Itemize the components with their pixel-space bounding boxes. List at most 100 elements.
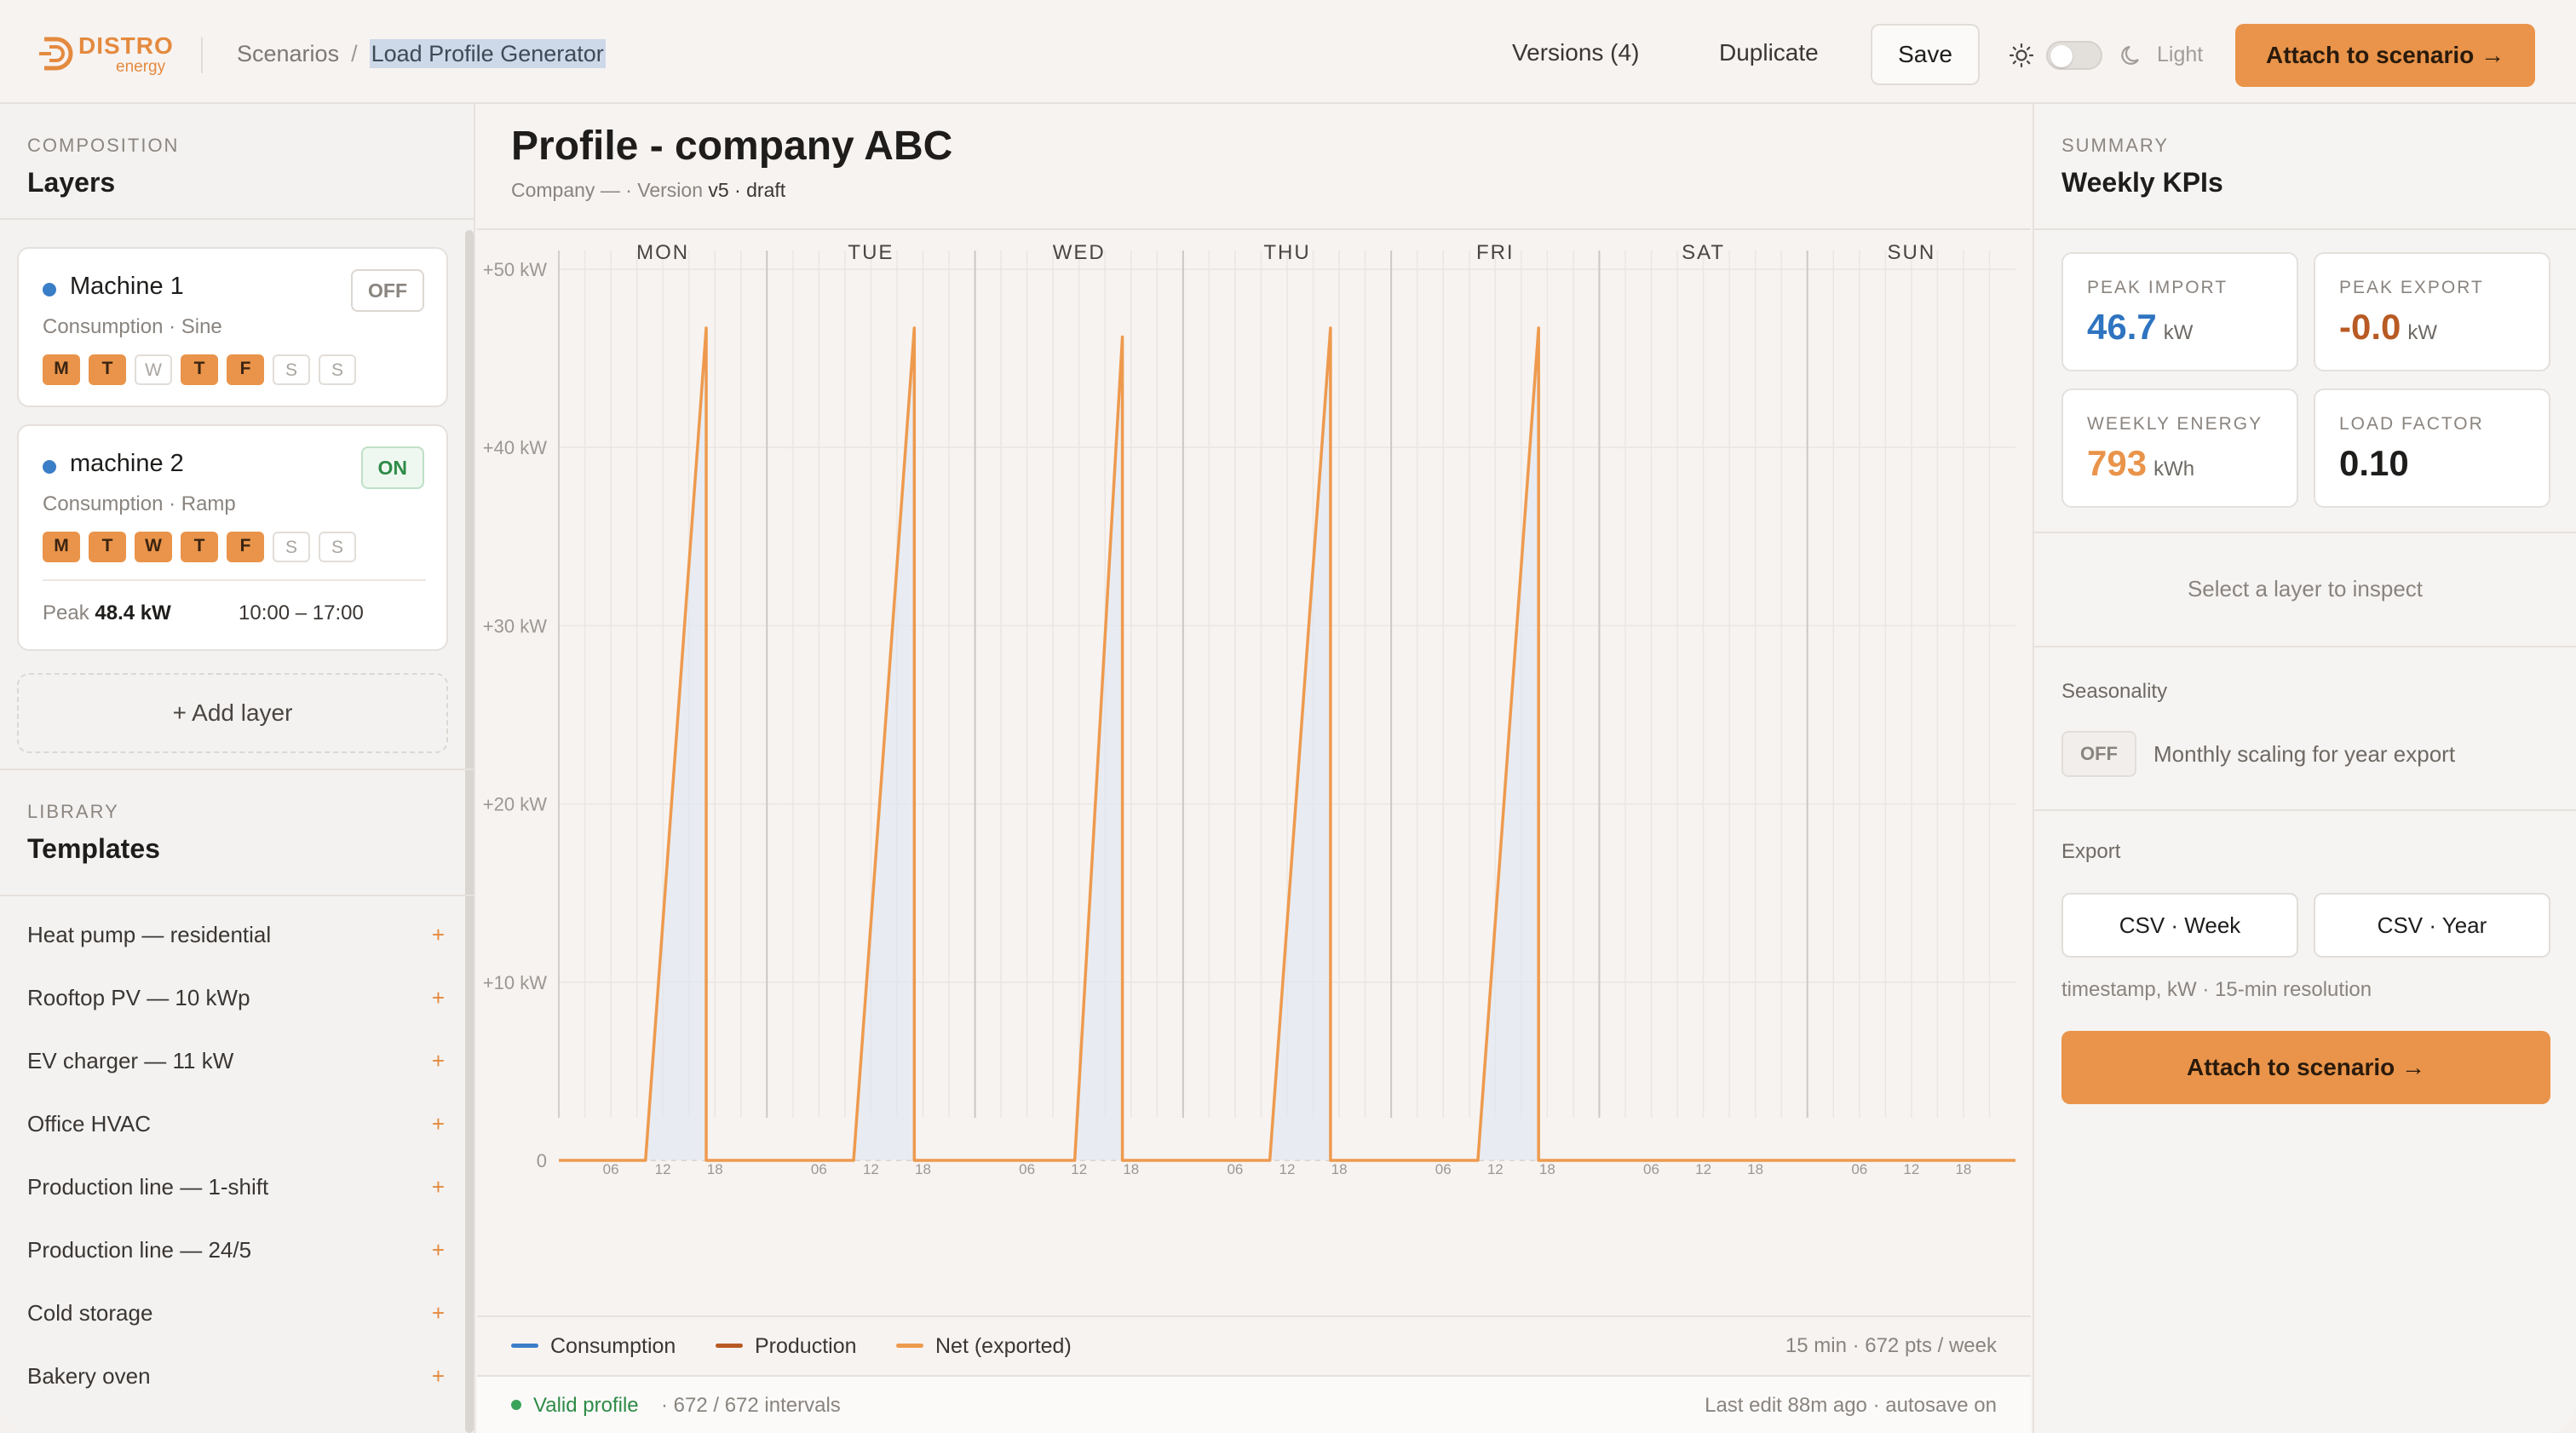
- templates-title: Templates: [27, 833, 160, 864]
- template-label: Cold storage: [27, 1300, 153, 1326]
- add-template-icon[interactable]: +: [432, 1048, 445, 1074]
- breadcrumb-parent[interactable]: Scenarios: [237, 41, 339, 66]
- template-item[interactable]: Cold storage +: [27, 1300, 445, 1327]
- template-label: Rooftop PV — 10 kWp: [27, 985, 250, 1010]
- layer-card-machine-1[interactable]: Machine 1 Consumption · Sine OFF M T W T…: [17, 247, 448, 407]
- logo-icon: [39, 37, 73, 71]
- layer-toggle-off[interactable]: OFF: [351, 269, 424, 312]
- y-tick-label: +50 kW: [483, 259, 547, 280]
- add-layer-button[interactable]: + Add layer: [17, 673, 448, 753]
- template-item[interactable]: Production line — 24/5 +: [27, 1237, 445, 1263]
- hour-tick-label: 18: [707, 1161, 723, 1177]
- legend-consumption[interactable]: Consumption: [511, 1334, 676, 1359]
- day-chip-sat[interactable]: S: [273, 354, 310, 385]
- composition-eyebrow: COMPOSITION: [27, 135, 180, 156]
- layer-hours: 10:00 – 17:00: [239, 601, 364, 624]
- seasonality-toggle[interactable]: OFF: [2061, 731, 2136, 777]
- template-item[interactable]: Heat pump — residential +: [27, 922, 445, 948]
- kpi-label: PEAK IMPORT: [2087, 278, 2228, 297]
- template-item[interactable]: EV charger — 11 kW +: [27, 1048, 445, 1074]
- day-label: TUE: [848, 241, 894, 264]
- day-chip-sun[interactable]: S: [319, 532, 356, 562]
- kpi-unit: kWh: [2153, 458, 2195, 481]
- legend-net-exported[interactable]: Net (exported): [896, 1334, 1072, 1359]
- layer-name: Machine 1: [70, 273, 184, 300]
- breadcrumb-separator: /: [351, 41, 358, 66]
- day-chip-sun[interactable]: S: [319, 354, 356, 385]
- day-chip-tue[interactable]: T: [89, 532, 126, 562]
- add-template-icon[interactable]: +: [432, 1174, 445, 1200]
- template-label: Office HVAC: [27, 1111, 151, 1137]
- kpi-load-factor: LOAD FACTOR 0.10: [2314, 388, 2550, 508]
- hour-tick-label: 06: [1227, 1161, 1243, 1177]
- day-chip-mon[interactable]: M: [43, 532, 80, 562]
- hour-tick-label: 12: [1695, 1161, 1711, 1177]
- status-bar: Valid profile · 672 / 672 intervals Last…: [477, 1375, 2031, 1433]
- hour-tick-label: 18: [1331, 1161, 1348, 1177]
- interval-count: · 672 / 672 intervals: [661, 1394, 841, 1417]
- hour-tick-label: 06: [1851, 1161, 1867, 1177]
- hour-tick-label: 12: [1903, 1161, 1919, 1177]
- attach-to-scenario-button[interactable]: Attach to scenario →: [2235, 24, 2535, 87]
- kpi-number: 0.10: [2339, 443, 2409, 483]
- add-template-icon[interactable]: +: [432, 1237, 445, 1263]
- template-item[interactable]: Production line — 1-shift +: [27, 1174, 445, 1200]
- versions-button[interactable]: Versions (4): [1512, 39, 1639, 66]
- template-label: EV charger — 11 kW: [27, 1048, 234, 1073]
- day-chip-thu[interactable]: T: [181, 354, 218, 385]
- kpi-number: -0.0: [2339, 307, 2401, 347]
- meta-suffix: · draft: [734, 179, 786, 201]
- hour-tick-label: 06: [1435, 1161, 1452, 1177]
- brand-logo[interactable]: DISTRO energy: [37, 31, 174, 77]
- template-item[interactable]: Office HVAC +: [27, 1111, 445, 1137]
- kpi-label: WEEKLY ENERGY: [2087, 414, 2263, 434]
- scrollbar[interactable]: [465, 230, 474, 1433]
- save-button[interactable]: Save: [1871, 24, 1980, 85]
- duplicate-button[interactable]: Duplicate: [1719, 39, 1819, 66]
- hour-tick-label: 06: [603, 1161, 619, 1177]
- legend-production[interactable]: Production: [716, 1334, 857, 1359]
- library-eyebrow: LIBRARY: [27, 801, 119, 822]
- add-template-icon[interactable]: +: [432, 985, 445, 1011]
- day-chip-fri[interactable]: F: [227, 354, 264, 385]
- kpi-title: Weekly KPIs: [2061, 167, 2223, 198]
- csv-week-button[interactable]: CSV · Week: [2061, 893, 2298, 958]
- layer-peak: Peak 48.4 kW: [43, 601, 171, 625]
- add-template-icon[interactable]: +: [432, 1300, 445, 1327]
- day-chip-wed[interactable]: W: [135, 532, 172, 562]
- header-divider: [201, 37, 203, 73]
- chart-legend: Consumption Production Net (exported) 15…: [477, 1315, 2031, 1375]
- day-chip-thu[interactable]: T: [181, 532, 218, 562]
- legend-swatch: [511, 1343, 538, 1348]
- kpi-peak-export: PEAK EXPORT -0.0 kW: [2314, 252, 2550, 371]
- theme-toggle[interactable]: [2046, 41, 2102, 70]
- hour-tick-label: 06: [1019, 1161, 1035, 1177]
- meta-prefix: Company — · Version: [511, 179, 703, 201]
- layer-toggle-on[interactable]: ON: [360, 446, 424, 489]
- layer-color-dot: [43, 283, 56, 296]
- template-item[interactable]: Rooftop PV — 10 kWp +: [27, 985, 445, 1011]
- legend-label: Net (exported): [935, 1334, 1072, 1358]
- layer-card-machine-2[interactable]: machine 2 Consumption · Ramp ON M T W T …: [17, 424, 448, 651]
- version-value: v5: [708, 179, 729, 201]
- template-item[interactable]: Bakery oven +: [27, 1363, 445, 1390]
- kpi-value: 46.7 kW: [2087, 307, 2193, 348]
- day-chip-tue[interactable]: T: [89, 354, 126, 385]
- attach-to-scenario-button-secondary[interactable]: Attach to scenario →: [2061, 1031, 2550, 1104]
- load-profile-chart[interactable]: 0 +10 kW +20 kW +30 kW +40 kW +50 kW MON 06 12 18…: [477, 230, 2031, 1315]
- divider: [2034, 809, 2576, 811]
- layer-name: machine 2: [70, 450, 184, 477]
- day-chip-wed[interactable]: W: [135, 354, 172, 385]
- day-chip-mon[interactable]: M: [43, 354, 80, 385]
- add-template-icon[interactable]: +: [432, 1363, 445, 1390]
- kpi-label: LOAD FACTOR: [2339, 414, 2484, 434]
- app-window: DISTRO energy Scenarios / Load Profile Gen…: [0, 0, 2576, 1433]
- theme-label: Light: [2157, 43, 2204, 66]
- csv-year-button[interactable]: CSV · Year: [2314, 893, 2550, 958]
- day-chip-fri[interactable]: F: [227, 532, 264, 562]
- hour-tick-label: 18: [1955, 1161, 1971, 1177]
- add-template-icon[interactable]: +: [432, 1111, 445, 1137]
- day-chip-sat[interactable]: S: [273, 532, 310, 562]
- add-template-icon[interactable]: +: [432, 922, 445, 948]
- status-dot: [511, 1400, 521, 1410]
